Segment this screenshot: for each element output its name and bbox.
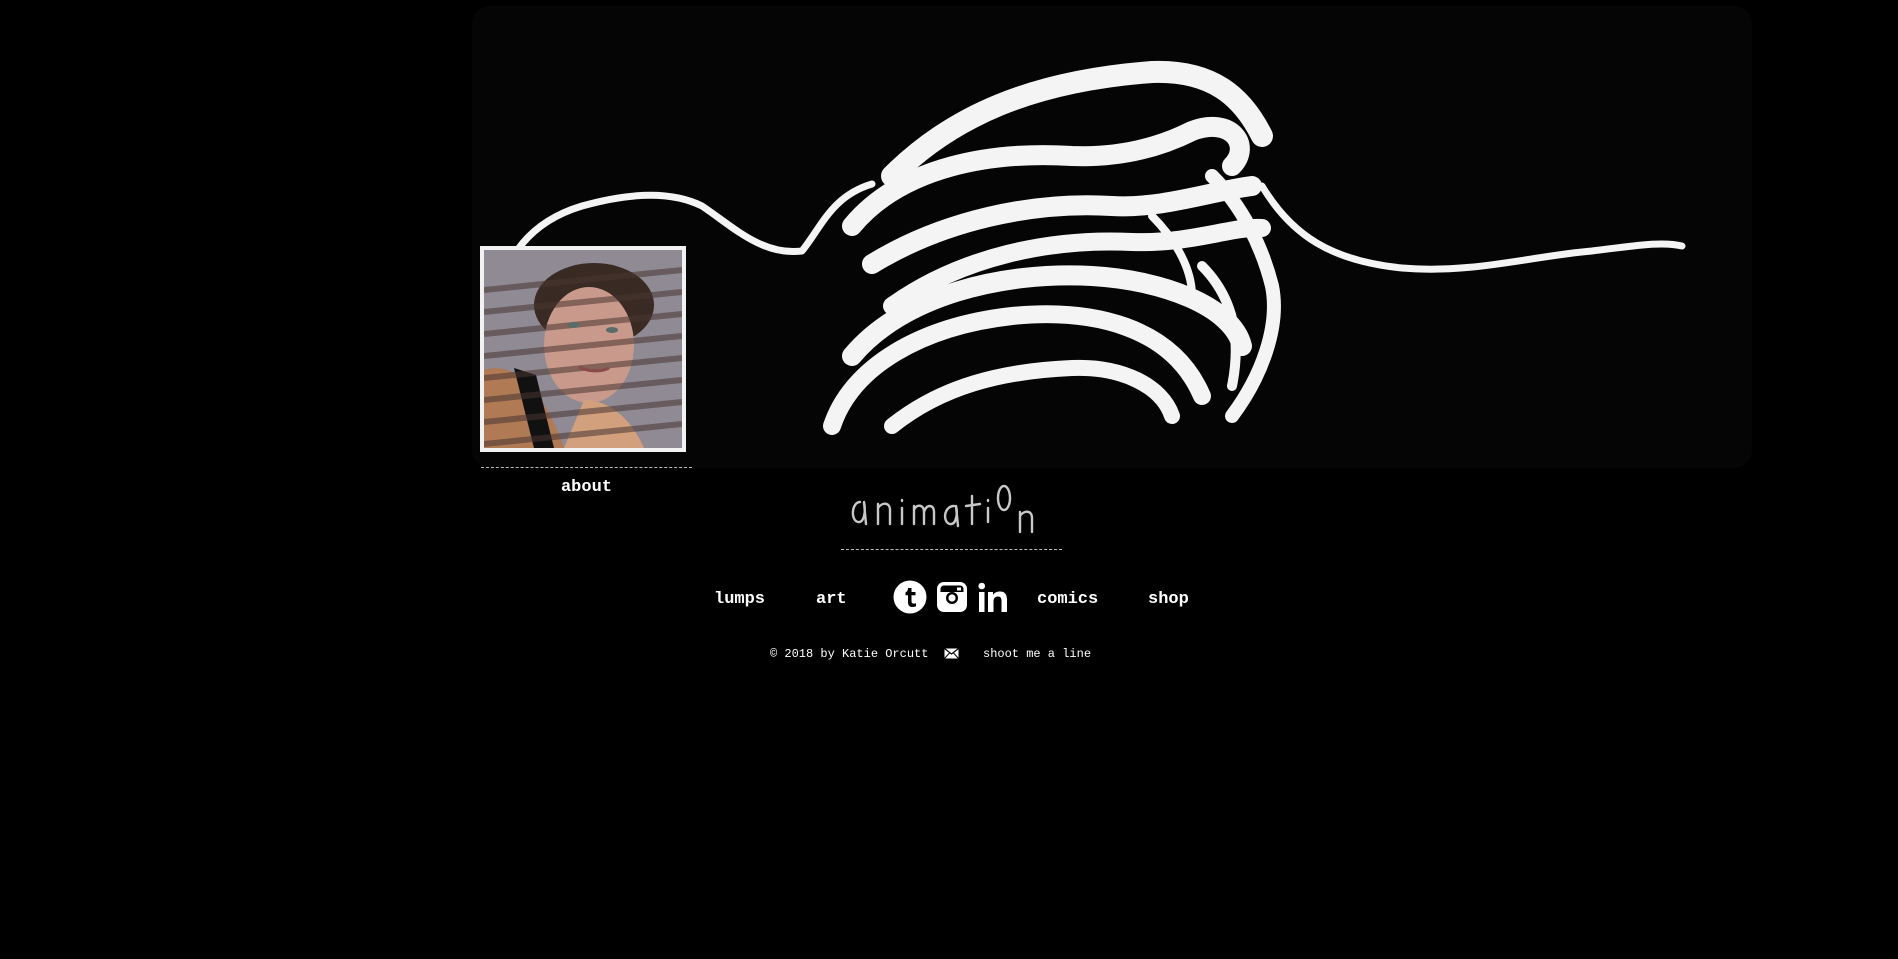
- contact-link[interactable]: shoot me a line: [983, 647, 1091, 661]
- copyright-text: © 2018 by Katie Orcutt: [770, 647, 929, 661]
- nav-item-lumps[interactable]: lumps: [714, 590, 765, 609]
- nav-item-art[interactable]: art: [816, 590, 847, 609]
- site-title-text: animati0n: [842, 472, 848, 473]
- envelope-icon[interactable]: [944, 648, 959, 659]
- linkedin-icon[interactable]: [976, 580, 1010, 614]
- about-divider: [481, 467, 692, 468]
- tumblr-icon[interactable]: [893, 580, 927, 614]
- about-link[interactable]: about: [481, 478, 692, 497]
- nav-item-shop[interactable]: shop: [1148, 590, 1189, 609]
- nav-item-comics[interactable]: comics: [1037, 590, 1098, 609]
- footer: © 2018 by Katie Orcutt shoot me a line: [0, 647, 1898, 667]
- instagram-icon[interactable]: [935, 580, 969, 614]
- main-nav: lumps art comics shop: [0, 580, 1898, 620]
- title-divider: [841, 549, 1062, 550]
- site-title-logo[interactable]: animati0n: [842, 472, 1060, 542]
- page: about animati0n lumps art comics shop © …: [0, 0, 1898, 959]
- profile-photo[interactable]: [480, 246, 686, 452]
